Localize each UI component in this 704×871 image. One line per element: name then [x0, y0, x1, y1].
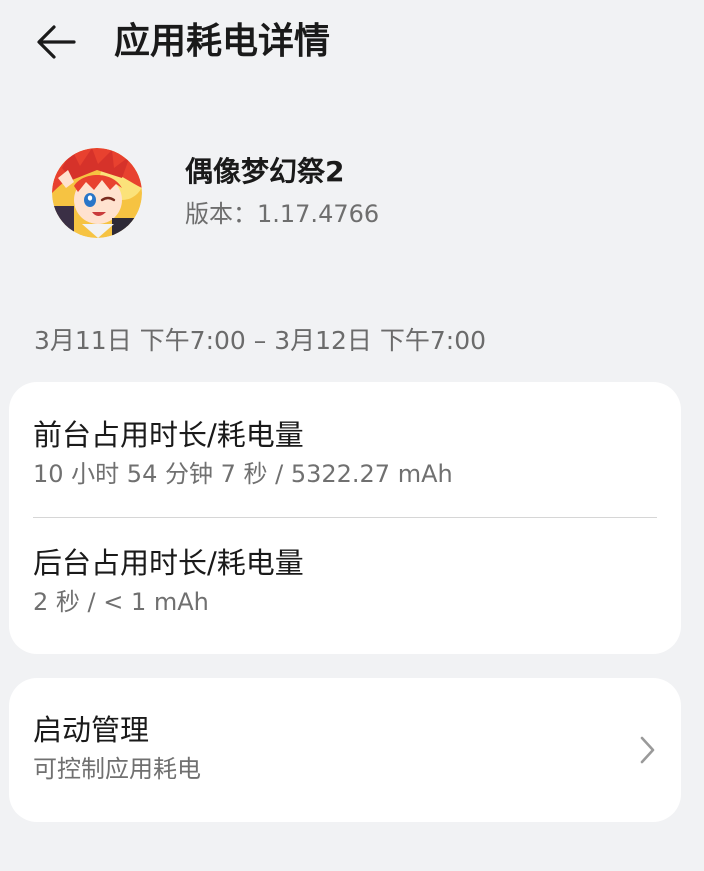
app-power-details-page: 应用耗电详情 偶像梦幻祭2 版本：1.17.4766 3月11日 下午7:00 … — [0, 0, 704, 871]
launch-management-row[interactable]: 启动管理 可控制应用耗电 — [33, 711, 657, 801]
launch-management-subtitle: 可控制应用耗电 — [33, 755, 201, 783]
chevron-right-icon — [640, 736, 655, 764]
page-title: 应用耗电详情 — [114, 21, 331, 62]
usage-card: 前台占用时长/耗电量 10 小时 54 分钟 7 秒 / 5322.27 mAh… — [9, 382, 681, 654]
background-usage-row: 后台占用时长/耗电量 2 秒 / < 1 mAh — [33, 544, 657, 634]
app-avatar — [52, 148, 142, 238]
launch-management-title: 启动管理 — [33, 713, 150, 747]
background-usage-value: 2 秒 / < 1 mAh — [33, 588, 209, 616]
top-bar: 应用耗电详情 — [0, 0, 704, 88]
app-version: 版本：1.17.4766 — [185, 200, 380, 228]
foreground-usage-value: 10 小时 54 分钟 7 秒 / 5322.27 mAh — [33, 460, 453, 488]
back-button[interactable] — [26, 16, 86, 68]
foreground-usage-title: 前台占用时长/耗电量 — [33, 418, 304, 452]
foreground-usage-row: 前台占用时长/耗电量 10 小时 54 分钟 7 秒 / 5322.27 mAh — [33, 416, 657, 506]
divider — [33, 517, 657, 518]
app-name: 偶像梦幻祭2 — [185, 155, 345, 188]
app-info: 偶像梦幻祭2 版本：1.17.4766 — [52, 148, 652, 238]
arrow-left-icon — [37, 25, 76, 59]
date-range: 3月11日 下午7:00 – 3月12日 下午7:00 — [34, 326, 487, 355]
launch-management-card[interactable]: 启动管理 可控制应用耗电 — [9, 678, 681, 822]
background-usage-title: 后台占用时长/耗电量 — [33, 546, 304, 580]
